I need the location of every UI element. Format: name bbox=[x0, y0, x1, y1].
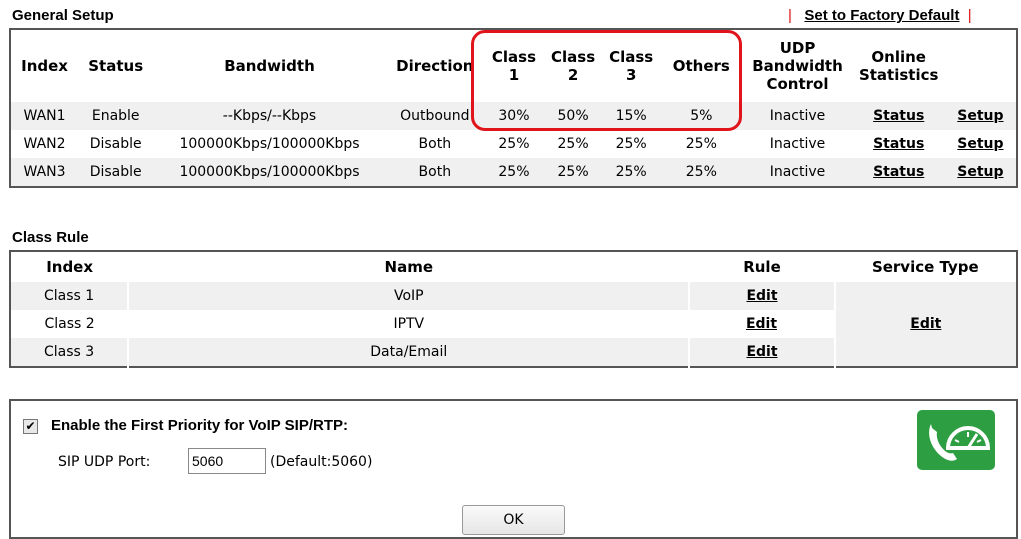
col-name: Name bbox=[384, 258, 434, 276]
sip-port-label: SIP UDP Port: bbox=[58, 454, 151, 470]
col-udp-bandwidth-control: UDP Bandwidth Control bbox=[752, 39, 843, 93]
rule-edit-link[interactable]: Edit bbox=[746, 344, 777, 360]
class-columns-highlight bbox=[471, 30, 742, 131]
col-status: Status bbox=[88, 57, 144, 75]
row-udp-control: Inactive bbox=[742, 158, 853, 187]
table-row: WAN2 Disable 100000Kbps/100000Kbps Both … bbox=[10, 130, 1017, 158]
status-link[interactable]: Status bbox=[873, 136, 924, 152]
sip-port-default: (Default:5060) bbox=[270, 454, 373, 470]
row-bandwidth: 100000Kbps/100000Kbps bbox=[179, 136, 360, 152]
row-index: WAN3 bbox=[10, 158, 79, 187]
row-class3: 25% bbox=[602, 158, 661, 187]
table-row: Class 1 VoIP Edit Edit bbox=[10, 282, 1017, 367]
voip-priority-panel: ✔ Enable the First Priority for VoIP SIP… bbox=[9, 399, 1018, 539]
row-index: Class 2 bbox=[44, 316, 95, 332]
service-type-edit-link[interactable]: Edit bbox=[910, 316, 941, 332]
row-others: 25% bbox=[660, 158, 743, 187]
row-status: Enable bbox=[78, 102, 154, 130]
set-factory-default-link[interactable]: Set to Factory Default bbox=[804, 7, 959, 24]
col-index: Index bbox=[46, 258, 94, 276]
row-name: IPTV bbox=[393, 316, 425, 332]
col-service-type: Service Type bbox=[871, 258, 979, 276]
row-status: Disable bbox=[89, 136, 142, 152]
general-setup-title: General Setup bbox=[12, 7, 114, 24]
voip-speedometer-icon bbox=[917, 410, 995, 470]
row-class2: 25% bbox=[557, 136, 589, 152]
class-rule-table: Index Name Rule Service Type Class 1 VoI… bbox=[9, 250, 1018, 368]
row-direction: Both bbox=[385, 158, 484, 187]
setup-link[interactable]: Setup bbox=[957, 164, 1003, 180]
sip-udp-port-input[interactable] bbox=[188, 448, 266, 474]
row-index: WAN1 bbox=[10, 102, 79, 130]
row-others: 25% bbox=[685, 136, 717, 152]
row-bandwidth: 100000Kbps/100000Kbps bbox=[153, 158, 386, 187]
setup-link[interactable]: Setup bbox=[957, 108, 1003, 124]
row-bandwidth: --Kbps/--Kbps bbox=[153, 102, 386, 130]
voip-priority-label: Enable the First Priority for VoIP SIP/R… bbox=[51, 417, 348, 434]
col-rule: Rule bbox=[743, 258, 781, 276]
row-status: Disable bbox=[78, 158, 154, 187]
row-class3: 25% bbox=[615, 136, 647, 152]
status-link[interactable]: Status bbox=[873, 164, 924, 180]
rule-edit-link[interactable]: Edit bbox=[746, 316, 777, 332]
separator: | bbox=[788, 7, 792, 24]
factory-default-area: | Set to Factory Default | bbox=[788, 7, 972, 24]
row-class1: 25% bbox=[483, 158, 545, 187]
row-udp-control: Inactive bbox=[769, 136, 826, 152]
class-rule-title: Class Rule bbox=[12, 229, 89, 246]
row-direction: Both bbox=[418, 136, 452, 152]
setup-link[interactable]: Setup bbox=[957, 136, 1003, 152]
row-index: WAN2 bbox=[23, 136, 66, 152]
status-link[interactable]: Status bbox=[873, 108, 924, 124]
row-class2: 25% bbox=[544, 158, 603, 187]
col-bandwidth: Bandwidth bbox=[224, 57, 315, 75]
row-udp-control: Inactive bbox=[742, 102, 853, 130]
row-class1: 25% bbox=[498, 136, 530, 152]
ok-button[interactable]: OK bbox=[462, 505, 565, 535]
table-row: WAN3 Disable 100000Kbps/100000Kbps Both … bbox=[10, 158, 1017, 187]
rule-edit-link[interactable]: Edit bbox=[746, 288, 777, 304]
row-direction: Outbound bbox=[385, 102, 484, 130]
row-name: Data/Email bbox=[127, 338, 690, 367]
row-index: Class 3 bbox=[10, 338, 129, 367]
voip-priority-checkbox[interactable]: ✔ bbox=[23, 419, 38, 434]
row-name: VoIP bbox=[127, 282, 690, 310]
col-online-statistics: Online Statistics bbox=[858, 48, 939, 84]
row-index: Class 1 bbox=[10, 282, 129, 310]
col-setup bbox=[945, 29, 1017, 102]
col-index: Index bbox=[21, 57, 68, 75]
separator: | bbox=[967, 7, 972, 24]
col-direction: Direction bbox=[396, 57, 474, 75]
